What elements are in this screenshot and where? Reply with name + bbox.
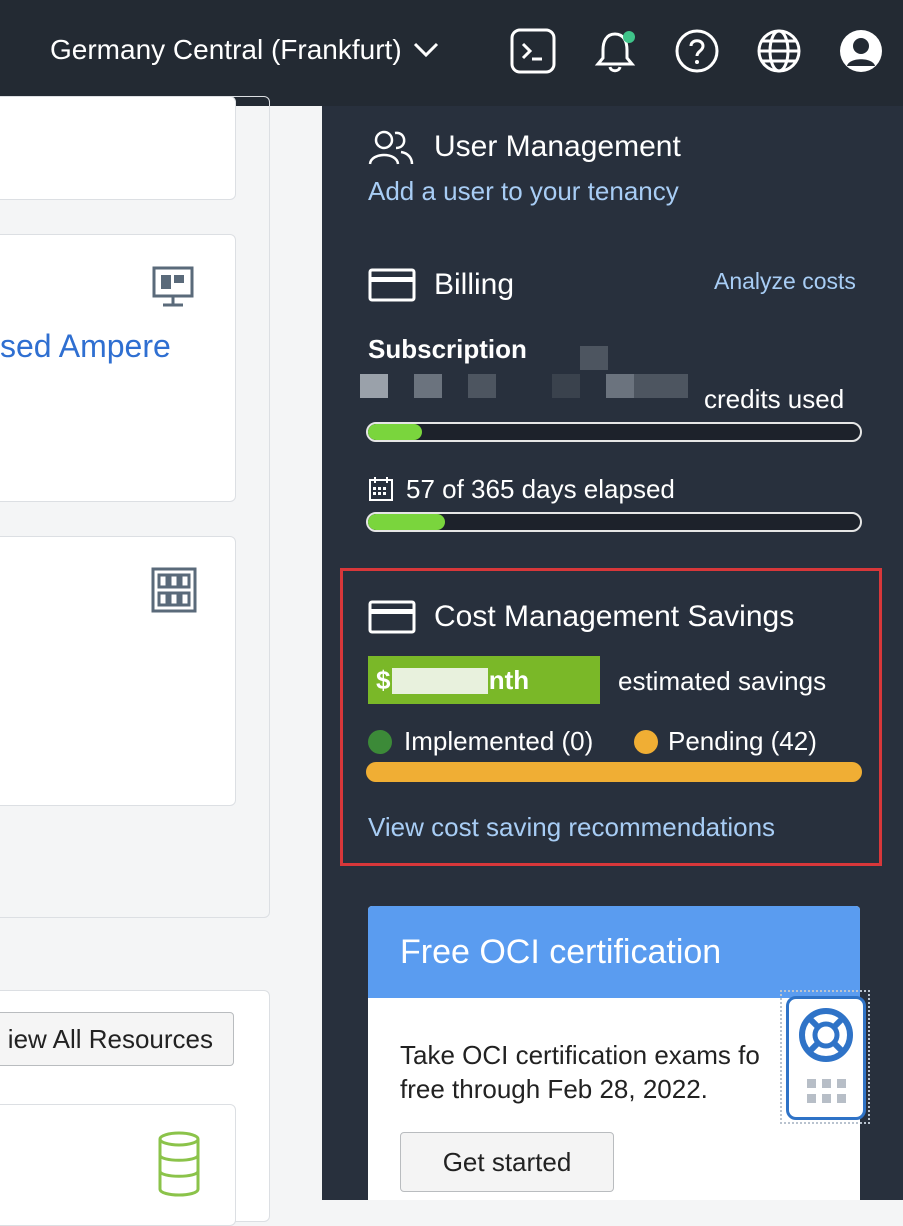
help-widget-button[interactable] <box>786 996 866 1120</box>
ampere-title[interactable]: sed Ampere <box>0 328 171 365</box>
days-elapsed-label: 57 of 365 days elapsed <box>406 474 675 504</box>
view-all-resources-button[interactable]: iew All Resources <box>0 1012 234 1066</box>
region-label: Germany Central (Frankfurt) <box>50 34 402 65</box>
users-icon <box>368 130 414 165</box>
top-bar: Germany Central (Frankfurt) <box>0 0 903 106</box>
lifebuoy-icon <box>799 1008 853 1062</box>
resource-card-grid[interactable] <box>0 536 236 806</box>
redacted-credits <box>360 346 690 402</box>
card-icon <box>368 268 416 302</box>
grid-icon <box>151 567 197 613</box>
days-progress-bar <box>366 512 862 532</box>
help-icon[interactable] <box>674 28 720 74</box>
region-selector[interactable]: Germany Central (Frankfurt) <box>50 34 440 66</box>
database-icon <box>158 1131 200 1197</box>
credits-progress-fill <box>368 424 423 440</box>
resource-card <box>0 96 236 200</box>
cost-savings-highlight <box>340 568 882 866</box>
help-widget <box>780 990 870 1124</box>
chevron-down-icon <box>413 42 438 58</box>
analyze-costs-link[interactable]: Analyze costs <box>714 268 856 295</box>
billing-title: Billing <box>434 268 515 301</box>
certification-title: Free OCI certification <box>368 906 860 998</box>
user-avatar-icon[interactable] <box>838 28 884 74</box>
get-started-button[interactable]: Get started <box>400 1132 614 1192</box>
user-management-title: User Management <box>434 130 681 163</box>
main-content: sed Ampere iew All Resources <box>0 96 322 1226</box>
bell-icon[interactable] <box>592 28 638 74</box>
terminal-icon[interactable] <box>510 28 556 74</box>
add-user-link[interactable]: Add a user to your tenancy <box>368 176 679 207</box>
resource-card-database[interactable] <box>0 1104 236 1226</box>
drag-handle-icon[interactable] <box>807 1079 847 1105</box>
calendar-icon <box>369 477 393 501</box>
credits-used-label: credits used <box>704 384 845 414</box>
resource-card-ampere[interactable] <box>0 234 236 502</box>
credits-progress-bar <box>366 422 862 442</box>
globe-icon[interactable] <box>756 28 802 74</box>
days-progress-fill <box>368 514 445 530</box>
monitor-icon <box>152 266 194 307</box>
